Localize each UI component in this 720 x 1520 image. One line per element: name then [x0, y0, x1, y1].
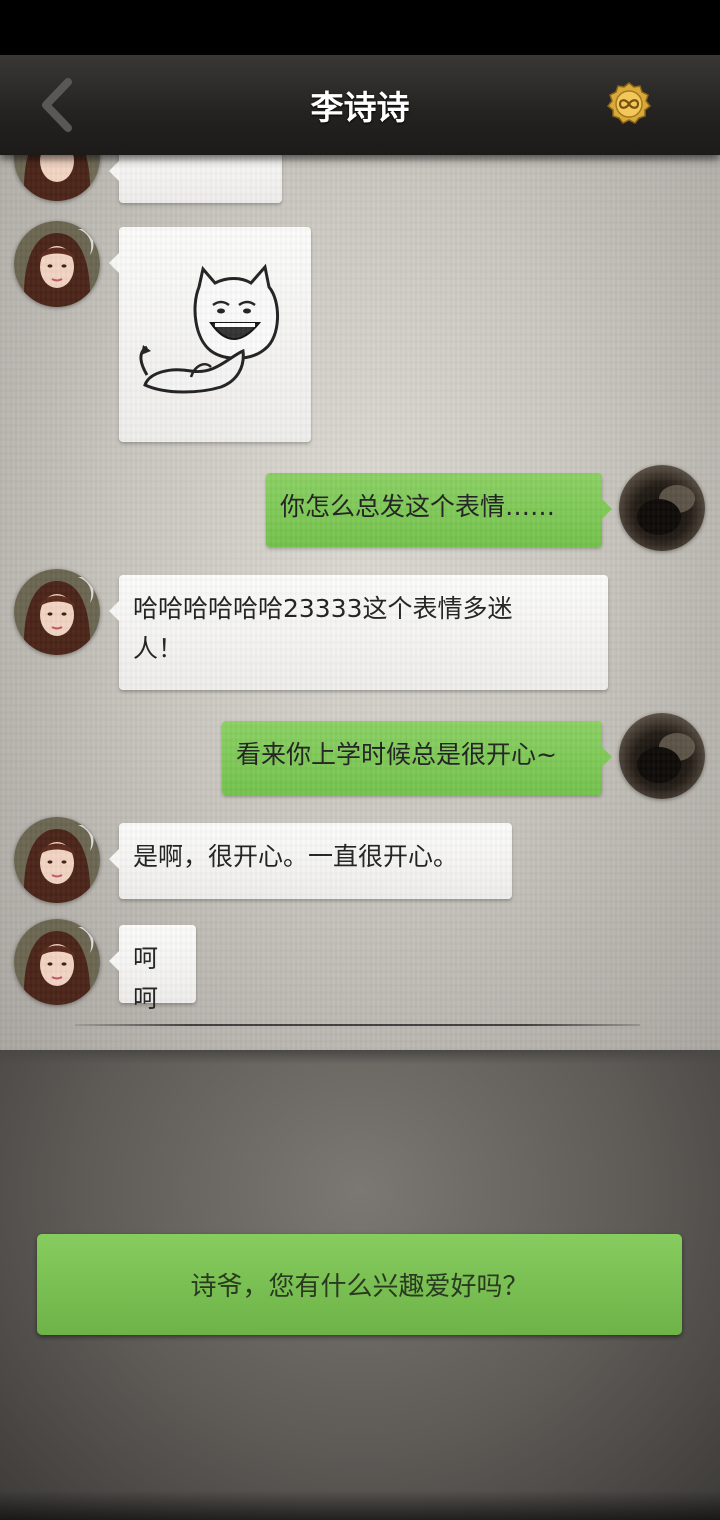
bottom-vignette: [0, 1490, 720, 1520]
chevron-left-icon: [42, 78, 72, 132]
status-bar-strip: [0, 0, 720, 55]
player-avatar[interactable]: [619, 713, 705, 799]
contact-avatar[interactable]: [14, 155, 100, 201]
contact-avatar[interactable]: [14, 221, 100, 307]
message-bubble-outgoing[interactable]: 看来你上学时候总是很开心~: [222, 721, 612, 795]
contact-avatar[interactable]: [14, 569, 100, 655]
message-text: 你怎么总发这个表情……: [280, 492, 556, 521]
message-bubble-incoming[interactable]: [109, 227, 311, 442]
reply-choice-button[interactable]: 诗爷，您有什么兴趣爱好吗？: [37, 1234, 682, 1335]
message-text: 是啊，很开心。一直很开心。: [133, 842, 459, 871]
contact-avatar[interactable]: [14, 817, 100, 903]
message-bubble-incoming[interactable]: 是啊，很开心。一直很开心。: [109, 823, 512, 899]
message-text-line: 哈哈哈哈哈哈23333这个表情多迷: [133, 594, 513, 623]
player-avatar[interactable]: [619, 465, 705, 551]
paper-edge-shadow: [0, 1050, 720, 1064]
infinity-coin-icon: [606, 82, 652, 124]
grinning-cat-meme-sticker: [139, 263, 280, 394]
message-bubble-incoming[interactable]: 呵呵: [109, 925, 196, 1013]
message-bubble-incoming[interactable]: 哈哈哈哈哈哈23333这个表情多迷 人！: [109, 575, 608, 690]
infinity-coin-button[interactable]: [606, 81, 652, 127]
message-bubble-incoming[interactable]: 看我表情：: [109, 155, 282, 203]
message-text-line: 人！: [133, 634, 184, 663]
contact-avatar[interactable]: [14, 919, 100, 1005]
chat-header: 李诗诗: [0, 55, 720, 155]
message-bubble-outgoing[interactable]: 你怎么总发这个表情……: [266, 473, 612, 547]
message-text: 呵呵: [133, 944, 159, 1013]
chat-end-divider: [75, 1024, 640, 1026]
back-button[interactable]: [28, 73, 84, 137]
message-text: 看我表情：: [131, 155, 256, 163]
chat-message-list[interactable]: 看我表情： 你怎么总发这个表情……: [0, 155, 720, 1050]
contact-name-title: 李诗诗: [310, 88, 410, 127]
reply-choice-label: 诗爷，您有什么兴趣爱好吗？: [190, 1272, 529, 1302]
message-text: 看来你上学时候总是很开心~: [236, 740, 557, 769]
